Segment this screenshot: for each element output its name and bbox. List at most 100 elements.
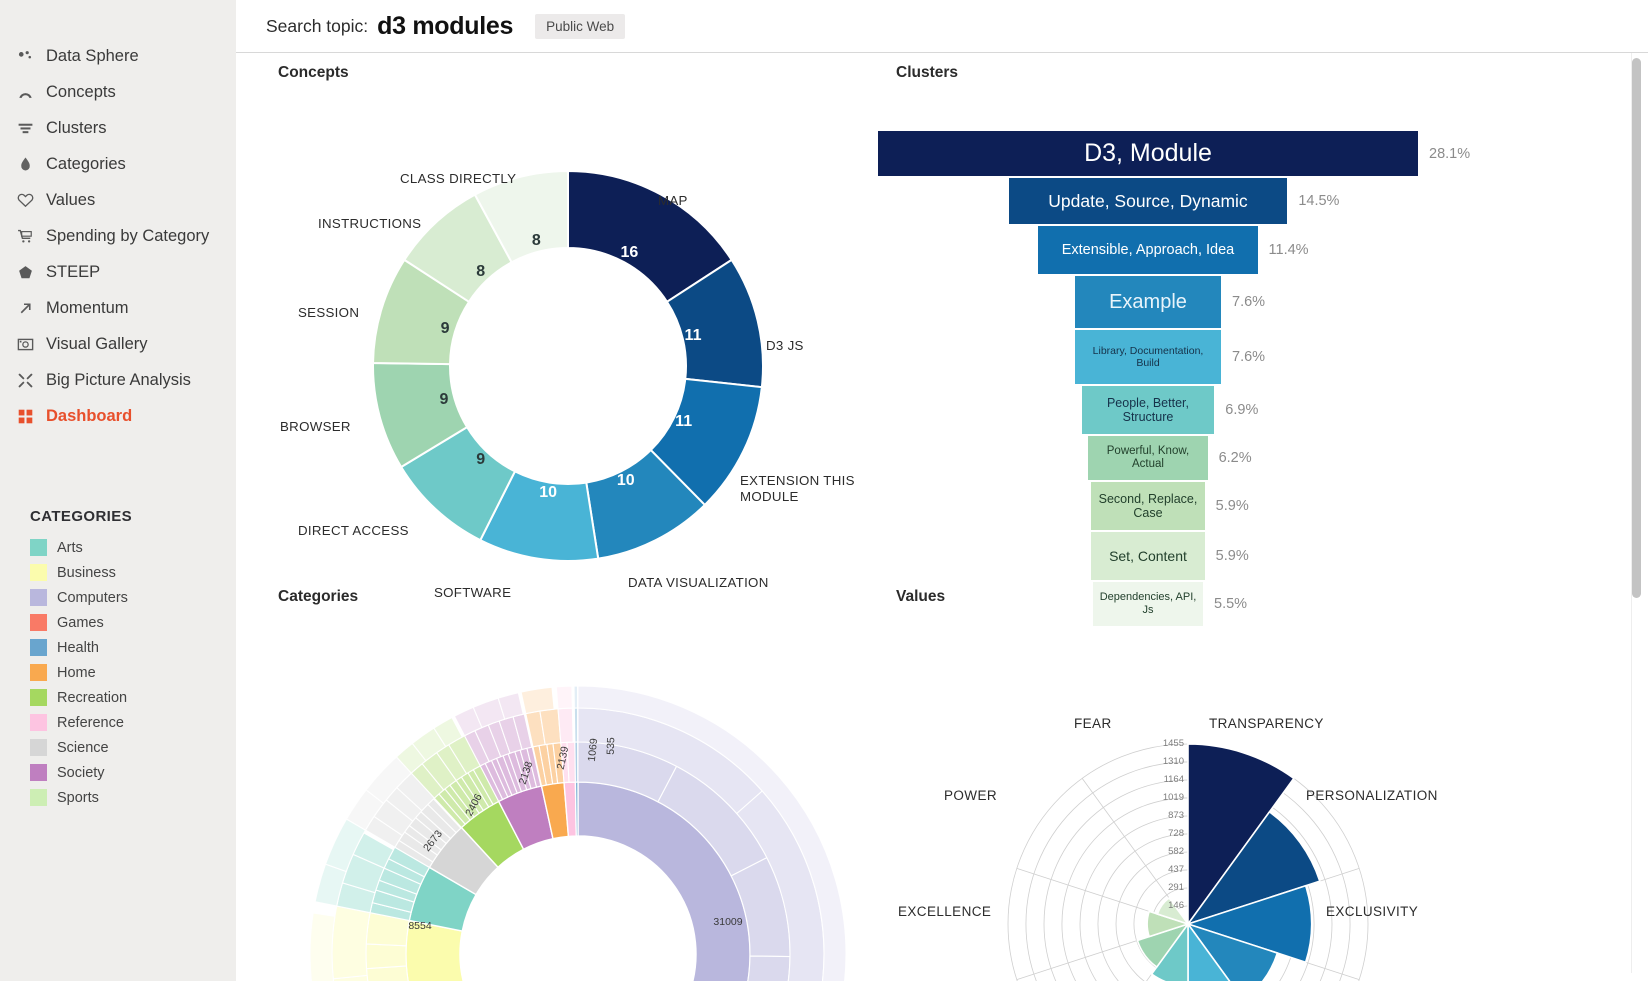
values-radar-chart[interactable]: FEAR TRANSPARENCY PERSONALIZATION EXCLUSIVI… (876, 638, 1576, 981)
categories-sunburst-chart[interactable]: 31009 8554 2673 2406 2138 2139 1069 535 (248, 638, 888, 981)
sidebar: Data Sphere Concepts Clusters Categories Val… (0, 0, 236, 981)
legend-swatch (30, 589, 47, 606)
cluster-row[interactable]: Example 7.6% (876, 276, 1576, 328)
cluster-row[interactable]: D3, Module 28.1% (876, 131, 1576, 176)
sidebar-item-label: Spending by Category (46, 226, 210, 245)
cluster-row[interactable]: Second, Replace, Case 5.9% (876, 482, 1576, 530)
cluster-row[interactable]: Extensible, Approach, Idea 11.4% (876, 226, 1576, 274)
pentagon-icon (14, 263, 36, 281)
sidebar-item-spending-by-category[interactable]: Spending by Category (0, 218, 236, 254)
sunburst-value-label: 8554 (408, 920, 432, 932)
cluster-percent: 14.5% (1298, 193, 1340, 209)
legend-item-computers[interactable]: Computers (0, 585, 236, 610)
sidebar-item-visual-gallery[interactable]: Visual Gallery (0, 326, 236, 362)
cluster-bar[interactable]: Set, Content (1091, 532, 1205, 580)
legend-item-home[interactable]: Home (0, 660, 236, 685)
source-chip[interactable]: Public Web (535, 13, 626, 39)
sidebar-item-dashboard[interactable]: Dashboard (0, 398, 236, 434)
values-radar-svg (1007, 743, 1369, 981)
cluster-row[interactable]: Dependencies, API, Js 5.5% (876, 582, 1576, 626)
radar-tick-label: 873 (1168, 810, 1184, 821)
sidebar-item-momentum[interactable]: Momentum (0, 290, 236, 326)
cluster-bar[interactable]: People, Better, Structure (1081, 386, 1215, 434)
clusters-panel-title: Clusters (896, 64, 959, 81)
sidebar-item-categories[interactable]: Categories (0, 146, 236, 182)
cluster-row[interactable]: Library, Documentation, Build 7.6% (876, 330, 1576, 384)
cluster-bar[interactable]: Library, Documentation, Build (1074, 330, 1222, 384)
legend-label: Home (57, 664, 96, 681)
donut-slice-label: MAP (658, 193, 688, 208)
donut-slice-label: SESSION (298, 305, 360, 320)
cluster-row[interactable]: Powerful, Know, Actual 6.2% (876, 436, 1576, 480)
sunburst-value-label: 1069 (585, 737, 601, 763)
cluster-bar[interactable]: Powerful, Know, Actual (1088, 436, 1208, 480)
legend-swatch (30, 689, 47, 706)
radar-axis-label: FEAR (1074, 716, 1112, 731)
clusters-icon (14, 119, 36, 137)
radar-axis-label: POWER (944, 788, 998, 803)
radar-axis-label: EXCELLENCE (898, 904, 992, 919)
concepts-donut-chart[interactable]: MAP D3 JS EXTENSION THIS MODULE DATA VISUAL… (248, 113, 888, 613)
legend-label: Arts (57, 539, 83, 556)
radar-tick-label: 582 (1168, 846, 1184, 857)
sunburst-segment[interactable] (520, 686, 555, 715)
sunburst-segment[interactable] (573, 685, 579, 709)
scatter-icon (14, 371, 36, 389)
donut-slice-label: CLASS DIRECTLY (400, 171, 517, 186)
sunburst-segment[interactable] (555, 685, 573, 710)
donut-slice-value: 10 (616, 471, 635, 489)
cluster-row[interactable]: Set, Content 5.9% (876, 532, 1576, 580)
radar-axis-label: PERSONALIZATION (1306, 788, 1438, 803)
sunburst-segment[interactable] (574, 741, 579, 783)
arrow-up-right-icon (14, 299, 36, 317)
cluster-row[interactable]: Update, Source, Dynamic 14.5% (876, 178, 1576, 224)
legend-item-health[interactable]: Health (0, 635, 236, 660)
donut-slice-label: SOFTWARE (434, 585, 512, 600)
donut-slice-label: D3 JS (766, 338, 804, 353)
legend-item-society[interactable]: Society (0, 760, 236, 785)
cluster-bar[interactable]: Update, Source, Dynamic (1008, 178, 1288, 224)
cluster-bar[interactable]: Extensible, Approach, Idea (1038, 226, 1258, 274)
clusters-chart: D3, Module 28.1% Update, Source, Dynamic 14… (876, 131, 1576, 628)
cluster-bar[interactable]: D3, Module (878, 131, 1418, 176)
cluster-bar[interactable]: Example (1074, 276, 1222, 328)
legend-label: Games (57, 614, 104, 631)
sunburst-segment[interactable] (557, 707, 574, 744)
legend-item-recreation[interactable]: Recreation (0, 685, 236, 710)
sunburst-segment[interactable] (365, 943, 407, 970)
donut-slice-value: 16 (620, 244, 639, 262)
legend-item-games[interactable]: Games (0, 610, 236, 635)
sunburst-segment[interactable] (573, 707, 579, 743)
radar-tick-label: 291 (1168, 882, 1184, 893)
sidebar-item-values[interactable]: Values (0, 182, 236, 218)
legend-label: Science (57, 739, 109, 756)
donut-slice-value: 11 (684, 327, 702, 345)
sidebar-item-concepts[interactable]: Concepts (0, 74, 236, 110)
cluster-bar[interactable]: Second, Replace, Case (1091, 482, 1205, 530)
legend-swatch (30, 639, 47, 656)
radar-tick-label: 1019 (1162, 791, 1184, 803)
cluster-percent: 7.6% (1232, 294, 1266, 310)
sunburst-segment[interactable] (309, 912, 336, 981)
cluster-bar[interactable]: Dependencies, API, Js (1093, 582, 1203, 626)
donut-slice-value: 8 (531, 232, 541, 250)
vertical-scrollbar-thumb[interactable] (1632, 58, 1641, 598)
legend-swatch (30, 664, 47, 681)
sunburst-segment[interactable] (574, 781, 579, 837)
sidebar-item-clusters[interactable]: Clusters (0, 110, 236, 146)
cluster-percent: 28.1% (1429, 145, 1471, 162)
sidebar-item-label: Categories (46, 154, 126, 173)
sidebar-item-data-sphere[interactable]: Data Sphere (0, 38, 236, 74)
legend-item-reference[interactable]: Reference (0, 710, 236, 735)
search-topic-value[interactable]: d3 modules (377, 12, 513, 41)
cluster-row[interactable]: People, Better, Structure 6.9% (876, 386, 1576, 434)
legend-item-science[interactable]: Science (0, 735, 236, 760)
cluster-percent: 5.9% (1215, 498, 1249, 514)
legend-item-business[interactable]: Business (0, 560, 236, 585)
sidebar-item-big-picture-analysis[interactable]: Big Picture Analysis (0, 362, 236, 398)
sunburst-segment[interactable] (331, 905, 371, 980)
sidebar-item-steep[interactable]: STEEP (0, 254, 236, 290)
sidebar-item-label: Data Sphere (46, 46, 139, 65)
legend-item-arts[interactable]: Arts (0, 535, 236, 560)
legend-item-sports[interactable]: Sports (0, 785, 236, 810)
